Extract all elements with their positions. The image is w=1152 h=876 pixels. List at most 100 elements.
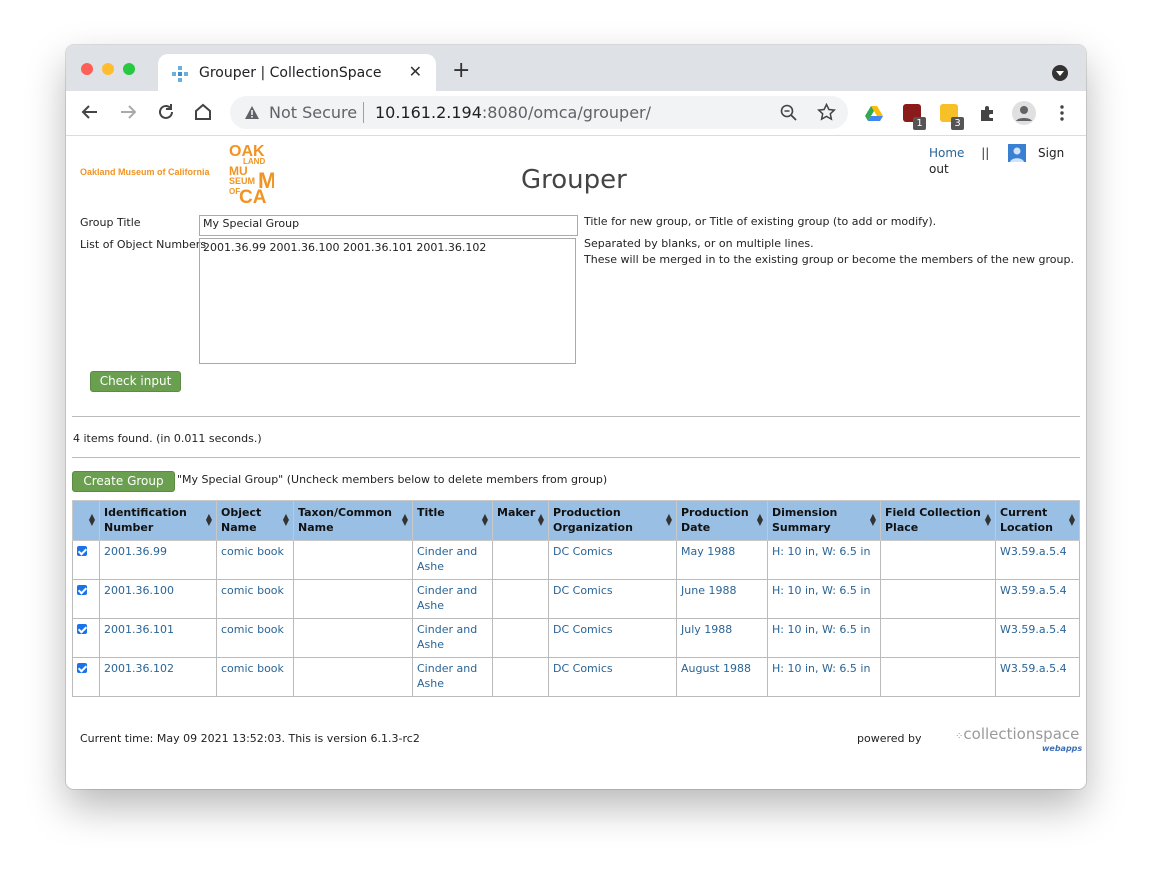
divider-2 [72,457,1080,458]
location-cell[interactable]: W3.59.a.5.4 [995,540,1080,580]
url-host: 10.161.2.194 [375,103,482,122]
column-header-production-organization[interactable]: Production Organization ▲ ▼ [548,500,677,541]
group-title-label: Group Title [80,216,141,229]
org-cell[interactable]: DC Comics [548,657,677,697]
title-cell[interactable]: Cinder and Ashe [412,579,493,619]
back-arrow-icon[interactable] [79,101,101,123]
reload-icon[interactable] [155,101,177,123]
check-input-button[interactable]: Check input [90,371,181,392]
dimension-cell[interactable]: H: 10 in, W: 6.5 in [767,657,881,697]
object-name-cell[interactable]: comic book [216,540,294,580]
results-count: 4 items found. (in 0.011 seconds.) [73,432,262,445]
column-header-production-date[interactable]: Production Date ▲ ▼ [676,500,768,541]
object-numbers-help-2: These will be merged in to the existing … [584,253,1074,266]
column-header-dimension-summary[interactable]: Dimension Summary ▲ ▼ [767,500,881,541]
column-header-taxon[interactable]: Taxon/Common Name ▲ ▼ [293,500,413,541]
tab-close-icon[interactable]: ✕ [409,62,422,81]
column-header-maker[interactable]: Maker ▲ ▼ [492,500,549,541]
member-checkbox[interactable] [77,624,87,634]
ext-badge-1: 1 [913,117,926,130]
user-icon [1008,144,1027,162]
object-name-cell[interactable]: comic book [216,657,294,697]
table-row: 2001.36.99 comic book Cinder and Ashe DC … [72,540,1080,580]
tab-search-icon[interactable] [1052,65,1068,81]
member-checkbox[interactable] [77,585,87,595]
table-row: 2001.36.100 comic book Cinder and Ashe DC… [72,579,1080,619]
title-cell[interactable]: Cinder and Ashe [412,540,493,580]
location-cell[interactable]: W3.59.a.5.4 [995,618,1080,658]
browser-menu-icon[interactable] [1053,104,1071,122]
browser-toolbar: Not Secure 10.161.2.194:8080/omca/groupe… [66,91,1086,136]
sort-icon: ▲ ▼ [282,512,289,527]
sort-icon: ▲ ▼ [1068,512,1075,527]
close-window-button[interactable] [81,63,93,75]
sort-icon: ▲ ▼ [665,512,672,527]
column-header-title[interactable]: Title ▲ ▼ [412,500,493,541]
object-name-cell[interactable]: comic book [216,618,294,658]
group-title-help: Title for new group, or Title of existin… [584,215,937,228]
tab-grouper[interactable]: Grouper | CollectionSpace ✕ [158,54,436,91]
id-cell[interactable]: 2001.36.99 [99,540,217,580]
org-cell[interactable]: DC Comics [548,540,677,580]
home-icon[interactable] [192,101,214,123]
object-numbers-help-1: Separated by blanks, or on multiple line… [584,237,814,250]
column-header-identification-number[interactable]: Identification Number ▲ ▼ [99,500,217,541]
collectionspace-webapps-label: webapps [1042,744,1083,753]
date-cell[interactable]: July 1988 [676,618,768,658]
id-cell[interactable]: 2001.36.102 [99,657,217,697]
date-cell[interactable]: June 1988 [676,579,768,619]
taxon-cell [293,657,413,697]
collectionspace-logo: ⁘collectionspace [955,725,1080,743]
forward-arrow-icon[interactable] [117,101,139,123]
date-cell[interactable]: August 1988 [676,657,768,697]
column-header-current-location[interactable]: Current Location ▲ ▼ [995,500,1080,541]
create-group-button[interactable]: Create Group [72,471,175,492]
object-numbers-textarea[interactable]: 2001.36.99 2001.36.100 2001.36.101 2001.… [199,238,576,364]
address-bar[interactable]: Not Secure 10.161.2.194:8080/omca/groupe… [230,96,848,129]
place-cell [880,540,996,580]
maker-cell [492,579,549,619]
new-tab-button[interactable]: + [452,58,470,83]
sort-icon: ▲ ▼ [401,512,408,527]
maker-cell [492,657,549,697]
bookmark-star-icon[interactable] [817,103,836,122]
zoom-icon[interactable] [780,104,798,122]
home-link[interactable]: Home [929,146,964,160]
column-header-object-name[interactable]: Object Name ▲ ▼ [216,500,294,541]
column-header-field-collection-place[interactable]: Field Collection Place ▲ ▼ [880,500,996,541]
member-checkbox[interactable] [77,546,87,556]
org-name: Oakland Museum of California [80,167,210,177]
security-label: Not Secure [269,103,358,122]
object-name-cell[interactable]: comic book [216,579,294,619]
title-cell[interactable]: Cinder and Ashe [412,618,493,658]
omnibox-separator [363,102,364,123]
maximize-window-button[interactable] [123,63,135,75]
google-drive-icon[interactable] [865,104,883,122]
extensions-puzzle-icon[interactable] [978,104,996,122]
dimension-cell[interactable]: H: 10 in, W: 6.5 in [767,579,881,619]
member-checkbox-cell [72,657,100,697]
dimension-cell[interactable]: H: 10 in, W: 6.5 in [767,540,881,580]
dimension-cell[interactable]: H: 10 in, W: 6.5 in [767,618,881,658]
taxon-cell [293,579,413,619]
location-cell[interactable]: W3.59.a.5.4 [995,579,1080,619]
org-cell[interactable]: DC Comics [548,618,677,658]
object-numbers-label: List of Object Numbers [80,238,207,251]
member-checkbox-cell [72,579,100,619]
member-checkbox-cell [72,618,100,658]
powered-by-label: powered by [857,732,922,745]
url-text[interactable]: 10.161.2.194:8080/omca/grouper/ [375,103,651,122]
select-column-header[interactable]: ▲ ▼ [72,500,100,541]
sort-icon: ▲ ▼ [869,512,876,527]
profile-avatar-icon[interactable] [1012,101,1036,125]
org-cell[interactable]: DC Comics [548,579,677,619]
id-cell[interactable]: 2001.36.100 [99,579,217,619]
page-title: Grouper [521,165,627,195]
date-cell[interactable]: May 1988 [676,540,768,580]
member-checkbox[interactable] [77,663,87,673]
minimize-window-button[interactable] [102,63,114,75]
id-cell[interactable]: 2001.36.101 [99,618,217,658]
location-cell[interactable]: W3.59.a.5.4 [995,657,1080,697]
title-cell[interactable]: Cinder and Ashe [412,657,493,697]
group-title-input[interactable]: My Special Group [199,215,578,236]
